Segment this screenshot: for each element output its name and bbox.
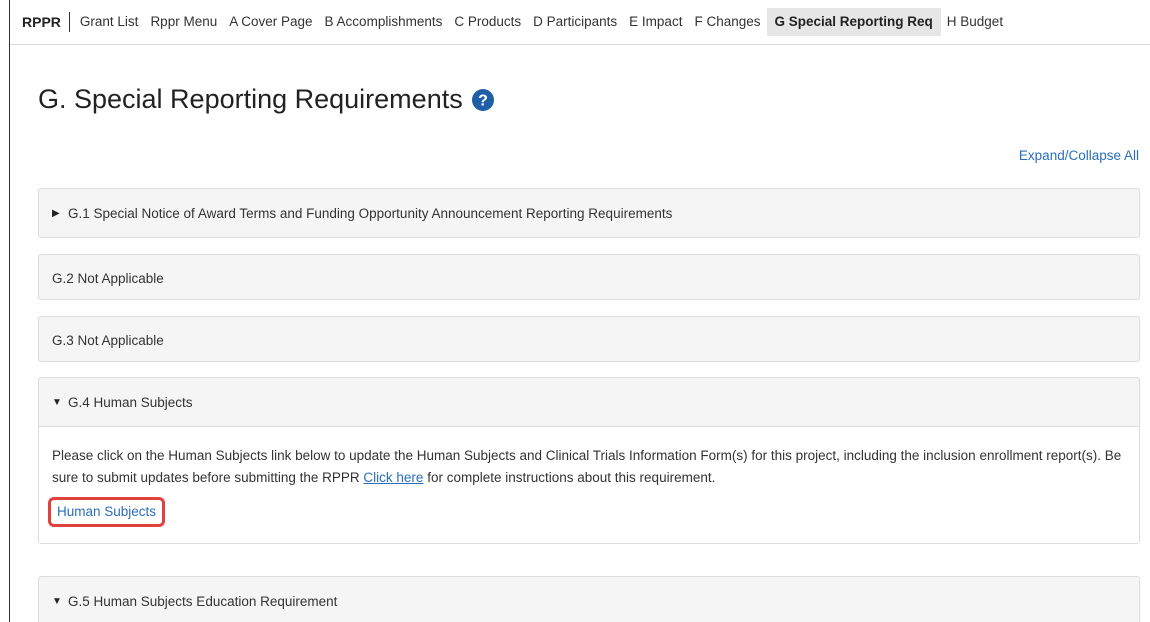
section-g5-header[interactable]: ▼ G.5 Human Subjects Education Requireme… (39, 577, 1139, 622)
section-g2-panel: G.2 Not Applicable (38, 254, 1140, 300)
page-title-text: G. Special Reporting Requirements (38, 84, 463, 114)
section-g2-title: G.2 Not Applicable (52, 270, 164, 286)
caret-down-icon: ▼ (52, 595, 62, 607)
caret-right-icon: ▶ (52, 207, 60, 219)
section-g4-panel: ▼ G.4 Human Subjects Please click on the… (38, 377, 1140, 544)
nav-item-impact[interactable]: E Impact (623, 8, 688, 36)
section-g3-header: G.3 Not Applicable (39, 317, 1139, 363)
help-icon[interactable]: ? (471, 88, 495, 112)
caret-down-icon: ▼ (52, 396, 62, 408)
nav-item-changes[interactable]: F Changes (688, 8, 766, 36)
section-g4-title: G.4 Human Subjects (68, 394, 193, 410)
nav-brand[interactable]: RPPR (18, 12, 70, 32)
nav-item-accomplishments[interactable]: B Accomplishments (319, 8, 449, 36)
nav-item-special-reporting-req[interactable]: G Special Reporting Req (766, 8, 941, 36)
app-frame: RPPR Grant List Rppr Menu A Cover Page B… (9, 0, 1150, 622)
nav-item-budget[interactable]: H Budget (941, 8, 1009, 36)
section-g5-panel: ▼ G.5 Human Subjects Education Requireme… (38, 576, 1140, 622)
section-g3-panel: G.3 Not Applicable (38, 316, 1140, 362)
section-g1-title: G.1 Special Notice of Award Terms and Fu… (68, 205, 673, 221)
top-nav: RPPR Grant List Rppr Menu A Cover Page B… (10, 0, 1150, 45)
section-g1-panel: ▶ G.1 Special Notice of Award Terms and … (38, 188, 1140, 238)
nav-item-cover-page[interactable]: A Cover Page (223, 8, 318, 36)
section-g1-header[interactable]: ▶ G.1 Special Notice of Award Terms and … (39, 189, 1139, 237)
nav-item-products[interactable]: C Products (448, 8, 527, 36)
human-subjects-link[interactable]: Human Subjects (48, 497, 166, 527)
svg-text:?: ? (478, 92, 488, 109)
nav-item-rppr-menu[interactable]: Rppr Menu (144, 8, 223, 36)
section-g4-header[interactable]: ▼ G.4 Human Subjects (39, 378, 1139, 426)
nav-item-participants[interactable]: D Participants (527, 8, 623, 36)
section-g5-title: G.5 Human Subjects Education Requirement (68, 593, 338, 609)
instructions-text-2: for complete instructions about this req… (423, 470, 716, 485)
section-g3-title: G.3 Not Applicable (52, 332, 164, 348)
nav-item-grant-list[interactable]: Grant List (74, 8, 145, 36)
page-title: G. Special Reporting Requirements ? (38, 84, 495, 115)
section-g2-header: G.2 Not Applicable (39, 255, 1139, 301)
section-g4-body: Please click on the Human Subjects link … (39, 426, 1139, 543)
expand-collapse-all-link[interactable]: Expand/Collapse All (1019, 148, 1139, 163)
section-g4-instructions: Please click on the Human Subjects link … (52, 445, 1126, 489)
click-here-link[interactable]: Click here (363, 470, 423, 485)
